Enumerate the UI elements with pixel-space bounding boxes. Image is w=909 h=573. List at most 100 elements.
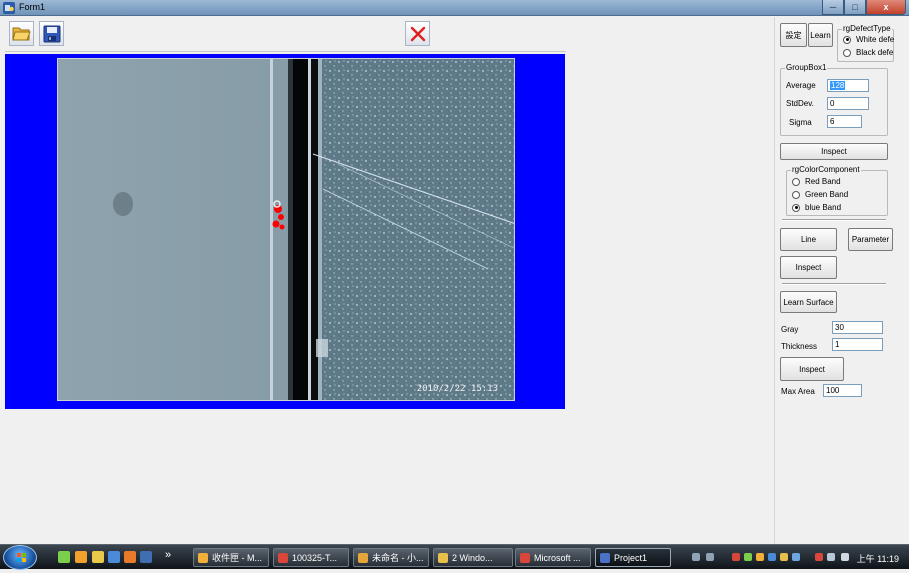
microsoft-app-icon xyxy=(520,552,530,563)
task-label-explorer-group: 2 Windo... xyxy=(452,552,493,563)
gray-label: Gray xyxy=(781,325,799,334)
quicklaunch-explorer-icon[interactable] xyxy=(108,551,120,563)
radio-red-band-label: Red Band xyxy=(805,177,841,186)
title-bar: Form1 ─ □ x xyxy=(0,0,909,16)
average-field[interactable]: 128 xyxy=(827,79,869,92)
gray-field[interactable]: 30 xyxy=(832,321,883,334)
tray-messenger-icon[interactable] xyxy=(756,553,764,561)
outlook-icon xyxy=(198,552,208,563)
radio-red-band[interactable]: Red Band xyxy=(792,177,841,186)
panel-divider xyxy=(774,17,775,544)
start-button[interactable] xyxy=(3,545,37,570)
quicklaunch-firefox-icon[interactable] xyxy=(124,551,136,563)
stddev-field[interactable]: 0 xyxy=(827,97,869,110)
maximize-button[interactable]: □ xyxy=(844,0,866,15)
task-button-microsoft[interactable]: Microsoft ... xyxy=(515,548,591,567)
learn-button[interactable]: Learn xyxy=(808,23,833,47)
tray-acrobat-icon[interactable] xyxy=(732,553,740,561)
sigma-label: Sigma xyxy=(789,118,812,127)
radio-white-defect-label: White defe xyxy=(856,35,895,44)
minimize-button[interactable]: ─ xyxy=(822,0,844,15)
tray-pen-icon[interactable] xyxy=(706,553,714,561)
radio-black-defect-label: Black defe xyxy=(856,48,894,57)
save-disk-icon xyxy=(43,25,60,42)
toolbar xyxy=(5,18,566,52)
radio-blue-band-label: blue Band xyxy=(805,203,842,212)
learn-surface-button[interactable]: Learn Surface xyxy=(780,291,837,313)
task-label-paint: 未命名 - 小... xyxy=(372,553,424,563)
image-viewer[interactable]: 2010/2/22 15:13 xyxy=(5,54,565,409)
line-button[interactable]: Line xyxy=(780,228,837,251)
folder-icon xyxy=(438,552,448,563)
radio-green-band-label: Green Band xyxy=(805,190,849,199)
tray-bluetooth-icon[interactable] xyxy=(792,553,800,561)
tray-volume-icon[interactable] xyxy=(841,553,849,561)
radio-green-band[interactable]: Green Band xyxy=(792,190,848,199)
taskbar: » 收件匣 - M... 100325-T... 未命名 - 小... 2 Wi… xyxy=(0,544,909,570)
windows-logo-icon xyxy=(17,553,26,562)
window-title: Form1 xyxy=(19,2,46,12)
app-icon xyxy=(3,2,15,14)
parameter-button[interactable]: Parameter xyxy=(848,228,893,251)
tray-antivirus-icon[interactable] xyxy=(815,553,823,561)
inspect-button-3[interactable]: Inspect xyxy=(780,357,844,381)
radio-red-band-indicator[interactable] xyxy=(792,177,800,186)
microscope-photo xyxy=(58,59,514,400)
radio-black-defect[interactable]: Black defe xyxy=(843,48,893,57)
tray-network-icon[interactable] xyxy=(827,553,835,561)
task-button-explorer-group[interactable]: 2 Windo... xyxy=(433,548,513,567)
radio-black-defect-indicator[interactable] xyxy=(843,48,851,57)
task-label-project1: Project1 xyxy=(614,552,648,563)
quicklaunch-ie-icon[interactable] xyxy=(58,551,70,563)
thickness-label: Thickness xyxy=(781,342,818,351)
close-image-button[interactable] xyxy=(405,21,430,46)
save-button[interactable] xyxy=(39,21,64,46)
document-icon xyxy=(278,552,288,563)
radio-blue-band-indicator[interactable] xyxy=(792,203,800,212)
task-label-doc: 100325-T... xyxy=(292,552,338,563)
inspect-button-2[interactable]: Inspect xyxy=(780,256,837,279)
sigma-field[interactable]: 6 xyxy=(827,115,862,128)
inspection-image: 2010/2/22 15:13 xyxy=(57,58,515,401)
groupbox1: GroupBox1 Average 128 StdDev. 0 Sigma 6 xyxy=(780,63,888,136)
taskbar-clock[interactable]: 上午 11:19 xyxy=(857,552,899,565)
quicklaunch-chevron[interactable]: » xyxy=(165,549,171,561)
radio-white-defect[interactable]: White defe xyxy=(843,35,894,44)
groupbox1-legend: GroupBox1 xyxy=(785,63,828,72)
average-value: 128 xyxy=(830,81,846,90)
task-button-project1[interactable]: Project1 xyxy=(595,548,671,567)
average-label: Average xyxy=(786,81,816,90)
task-button-outlook[interactable]: 收件匣 - M... xyxy=(193,548,269,567)
window-controls: ─ □ x xyxy=(822,0,906,15)
inspect-button-1[interactable]: Inspect xyxy=(780,143,888,160)
close-window-button[interactable]: x xyxy=(866,0,906,15)
thickness-field[interactable]: 1 xyxy=(832,338,883,351)
paint-icon xyxy=(358,552,368,563)
project-icon xyxy=(600,552,610,563)
max-area-field[interactable]: 100 xyxy=(823,384,862,397)
separator-1 xyxy=(782,219,886,221)
stddev-label: StdDev. xyxy=(786,99,814,108)
quicklaunch-media-icon[interactable] xyxy=(92,551,104,563)
quicklaunch-messenger-icon[interactable] xyxy=(75,551,87,563)
color-component-group: rgColorComponent Red Band Green Band blu… xyxy=(786,165,888,216)
tray-keyboard-icon[interactable] xyxy=(692,553,700,561)
image-timestamp: 2010/2/22 15:13 xyxy=(416,384,498,394)
tray-update-icon[interactable] xyxy=(768,553,776,561)
tray-security-icon[interactable] xyxy=(744,553,752,561)
open-file-button[interactable] xyxy=(9,21,34,46)
separator-2 xyxy=(782,283,886,285)
color-component-legend: rgColorComponent xyxy=(791,165,861,174)
tray-alert-icon[interactable] xyxy=(780,553,788,561)
red-x-icon xyxy=(410,26,425,41)
quicklaunch-desktop-icon[interactable] xyxy=(140,551,152,563)
task-label-microsoft: Microsoft ... xyxy=(534,552,581,563)
radio-green-band-indicator[interactable] xyxy=(792,190,800,199)
task-button-paint[interactable]: 未命名 - 小... xyxy=(353,548,429,567)
settings-button[interactable]: 設定 xyxy=(780,23,807,47)
radio-blue-band[interactable]: blue Band xyxy=(792,203,841,212)
radio-white-defect-indicator[interactable] xyxy=(843,35,851,44)
defect-type-group: rgDefectType White defe Black defe xyxy=(837,24,894,62)
task-label-outlook: 收件匣 - M... xyxy=(212,553,262,563)
task-button-doc[interactable]: 100325-T... xyxy=(273,548,349,567)
